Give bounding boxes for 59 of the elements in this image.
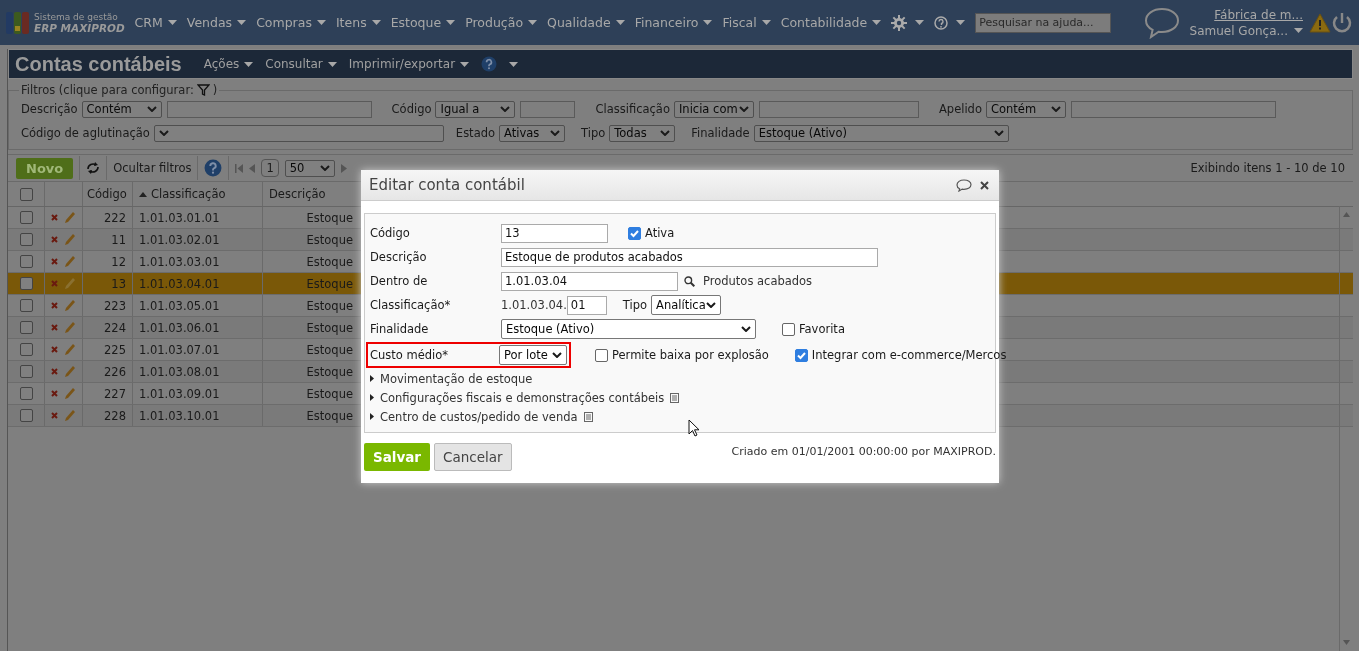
- field-label: Código: [370, 226, 411, 240]
- logo-title: ERP MAXIPROD: [34, 22, 125, 34]
- table-cell-text: Estoque: [305, 253, 354, 271]
- filter-label: Classificação: [595, 102, 670, 116]
- filter-label: Código: [391, 102, 432, 116]
- items-summary: Exibindo itens 1 - 10 de 10: [1190, 161, 1345, 175]
- checkbox-label: Favorita: [799, 322, 845, 336]
- table-cell: 1.01.03.07.01: [133, 339, 263, 360]
- table-cell-text: Estoque: [305, 209, 354, 227]
- filter-label: Apelido: [938, 102, 982, 116]
- field-label: Finalidade: [370, 322, 430, 336]
- created-info: Criado em 01/01/2001 00:00:00 por MAXIPROD.: [731, 445, 996, 458]
- table-cell: 227: [83, 383, 133, 404]
- table-cell: 13: [83, 273, 133, 294]
- table-cell-text: Estoque: [305, 297, 354, 315]
- dialog-title: Editar conta contábil: [369, 176, 526, 194]
- filters-legend: ): [212, 83, 218, 97]
- field-label: Classificação*: [370, 298, 452, 312]
- field-label: Descrição: [370, 250, 428, 264]
- filter-label: Finalidade: [691, 126, 750, 140]
- checkbox-label: Permite baixa por explosão: [612, 348, 769, 362]
- logo-subtitle: Sistema de gestão: [34, 11, 119, 23]
- checkbox-label: Ativa: [645, 226, 675, 240]
- field-label: Custo médio*: [370, 348, 450, 362]
- checkbox-label: Integrar com e-commerce/Mercos: [811, 348, 1007, 362]
- table-cell: 1.01.03.09.01: [133, 383, 263, 404]
- table-cell-text: Estoque: [305, 275, 354, 293]
- table-cell-text: Estoque: [305, 341, 354, 359]
- table-cell: 228: [83, 405, 133, 426]
- filter-label: Descrição: [21, 102, 78, 116]
- table-cell: 226: [83, 361, 133, 382]
- table-cell: 223: [83, 295, 133, 316]
- table-cell: 224: [83, 317, 133, 338]
- filter-label: Tipo: [581, 126, 606, 140]
- table-cell-text: Estoque: [305, 407, 354, 425]
- filter-label: Código de aglutinação: [21, 126, 150, 140]
- table-cell-text: Estoque: [305, 319, 354, 337]
- table-cell: 11: [83, 229, 133, 250]
- field-label: Dentro de: [370, 274, 429, 288]
- table-cell: 1.01.03.05.01: [133, 295, 263, 316]
- table-cell: 225: [83, 339, 133, 360]
- page-title: Contas contábeis: [15, 52, 182, 76]
- parent-account-name: Produtos acabados: [703, 274, 813, 288]
- table-cell: 1.01.03.02.01: [133, 229, 263, 250]
- table-cell: 1.01.03.01.01: [133, 207, 263, 228]
- table-cell: 1.01.03.03.01: [133, 251, 263, 272]
- table-cell: 1.01.03.10.01: [133, 405, 263, 426]
- table-cell-text: Estoque: [305, 385, 354, 403]
- table-cell-text: Estoque: [305, 231, 354, 249]
- filters-legend: Filtros (clique para configurar:: [21, 83, 194, 97]
- table-cell: 222: [83, 207, 133, 228]
- table-cell: 1.01.03.08.01: [133, 361, 263, 382]
- classification-prefix: 1.01.03.04.: [501, 298, 567, 312]
- table-cell-text: Estoque: [305, 363, 354, 381]
- table-cell: 1.01.03.04.01: [133, 273, 263, 294]
- filter-label: Estado: [455, 126, 495, 140]
- table-cell: 1.01.03.06.01: [133, 317, 263, 338]
- table-cell: 12: [83, 251, 133, 272]
- field-label: Tipo: [622, 298, 648, 312]
